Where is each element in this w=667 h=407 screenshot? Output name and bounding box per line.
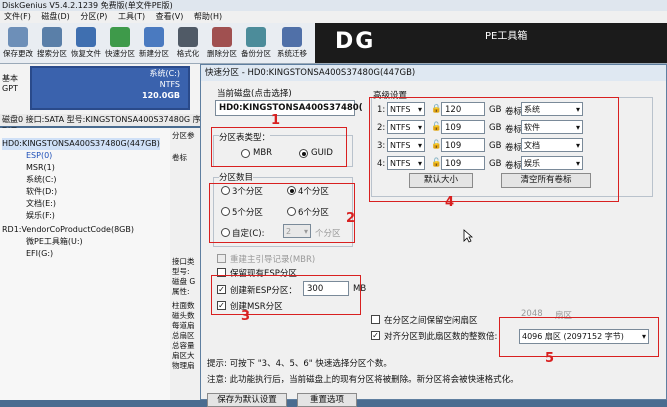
partition-params-panel: 分区参 卷标 接口类 型号: 磁盘 G 属性: 柱面数 磁头数 每道扇 总扇区 … (170, 128, 202, 400)
recover-file-button[interactable]: 恢复文件 (70, 25, 102, 61)
quick-partition-button[interactable]: 快速分区 (104, 25, 136, 61)
menu-view[interactable]: 查看(V) (156, 12, 184, 21)
disk-info-bar: 磁盘0 接口:SATA 型号:KINGSTONSA400S37480G 序列号 (0, 114, 202, 136)
new-partition-button[interactable]: 新建分区 (138, 25, 170, 61)
keep-free-sectors-label: 在分区之间保留空闲扇区 (384, 316, 478, 326)
annotation-box-5 (499, 317, 659, 357)
rebuild-mbr-checkbox[interactable] (217, 254, 226, 263)
quick-partition-icon (110, 27, 130, 47)
mouse-cursor-icon (463, 229, 473, 243)
annotation-box-1 (211, 127, 347, 167)
annotation-number-2: 2 (346, 211, 356, 226)
tree-item-u[interactable]: 微PE工具箱(U:) (26, 236, 83, 248)
backup-partition-icon (246, 27, 266, 47)
recover-file-icon (76, 27, 96, 47)
delete-partition-icon (212, 27, 232, 47)
menu-file[interactable]: 文件(F) (4, 12, 31, 21)
dialog-title: 快速分区 - HD0:KINGSTONSA400S37480G(447GB) (201, 65, 666, 81)
partition-block-c[interactable]: 系统(C:) NTFS 120.0GB (30, 66, 190, 110)
format-icon (178, 27, 198, 47)
current-disk-label: 当前磁盘(点击选择) (217, 89, 292, 99)
menu-tools[interactable]: 工具(T) (118, 12, 145, 21)
rebuild-mbr-label: 重建主引导记录(MBR) (230, 255, 316, 265)
search-partition-icon (42, 27, 62, 47)
disk-type-label: 基本 GPT (2, 74, 18, 93)
system-migrate-button[interactable]: 系统迁移 (276, 25, 308, 61)
keep-free-sectors-checkbox[interactable] (371, 315, 380, 324)
system-migrate-icon (282, 27, 302, 47)
save-button[interactable]: 保存更改 (2, 25, 34, 61)
tree-item-f[interactable]: 娱乐(F:) (26, 210, 55, 222)
note-text: 注意: 此功能执行后，当前磁盘上的现有分区将被删除。新分区将会被快速格式化。 (207, 375, 519, 385)
annotation-number-1: 1 (271, 113, 281, 128)
format-button[interactable]: 格式化 (172, 25, 204, 61)
save-default-button[interactable]: 保存为默认设置 (207, 393, 287, 407)
tree-item-esp[interactable]: ESP(0) (26, 150, 52, 162)
banner-subtitle: PE工具箱 (485, 31, 528, 42)
align-sectors-label: 对齐分区到此扇区数的整数倍: (384, 332, 498, 342)
tree-item-c[interactable]: 系统(C:) (26, 174, 57, 186)
save-icon (8, 27, 28, 47)
annotation-number-5: 5 (545, 351, 555, 366)
menu-partition[interactable]: 分区(P) (80, 12, 107, 21)
tree-item-msr[interactable]: MSR(1) (26, 162, 55, 174)
promo-banner: DG PE工具箱 (315, 23, 667, 63)
tree-item-g[interactable]: EFI(G:) (26, 248, 53, 260)
menu-disk[interactable]: 磁盘(D) (41, 12, 69, 21)
annotation-box-4 (369, 97, 619, 202)
new-partition-icon (144, 27, 164, 47)
annotation-number-4: 4 (445, 195, 455, 210)
reset-options-button[interactable]: 重置选项 (297, 393, 357, 407)
tip-text: 提示: 可按下 "3、4、5、6" 快速选择分区个数。 (207, 359, 392, 369)
backup-partition-button[interactable]: 备份分区 (240, 25, 272, 61)
annotation-number-3: 3 (241, 309, 251, 324)
tree-item-e[interactable]: 文档(E:) (26, 198, 56, 210)
partition-count-label: 分区数目 (219, 171, 254, 183)
disk-map: 基本 GPT 系统(C:) NTFS 120.0GB (0, 64, 200, 114)
banner-logo-text: DG (335, 29, 376, 54)
menu-help[interactable]: 帮助(H) (194, 12, 222, 21)
annotation-box-2 (209, 183, 355, 243)
menu-bar: 文件(F) 磁盘(D) 分区(P) 工具(T) 查看(V) 帮助(H) (0, 11, 667, 23)
tree-item-d[interactable]: 软件(D:) (26, 186, 57, 198)
annotation-box-3 (211, 275, 361, 315)
align-sectors-checkbox[interactable]: ✓ (371, 331, 380, 340)
delete-partition-button[interactable]: 删除分区 (206, 25, 238, 61)
disk-tree: HD0:KINGSTONSA400S37480G(447GB) ESP(0) M… (0, 128, 171, 400)
current-disk-field[interactable]: HD0:KINGSTONSA400S37480( (215, 100, 363, 116)
search-partition-button[interactable]: 搜索分区 (36, 25, 68, 61)
window-title: DiskGenius V5.4.2.1239 免费版(单文件PE版) (0, 0, 667, 11)
tree-item-rd1[interactable]: RD1:VendorCoProductCode(8GB) (2, 224, 134, 236)
tree-item-hd0[interactable]: HD0:KINGSTONSA400S37480G(447GB) (2, 138, 160, 150)
quick-partition-dialog: 快速分区 - HD0:KINGSTONSA400S37480G(447GB) 当… (200, 64, 667, 407)
